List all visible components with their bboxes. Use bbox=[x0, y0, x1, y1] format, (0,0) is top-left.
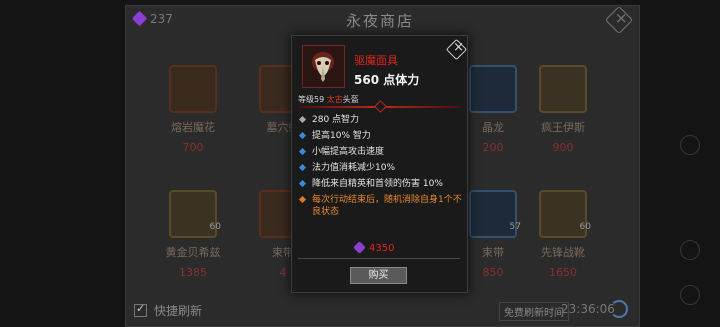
currency-display: 237 bbox=[131, 10, 173, 27]
item-rarity: 太古 bbox=[326, 95, 343, 104]
tooltip-close-icon[interactable]: × bbox=[445, 38, 468, 61]
item-qty: 60 bbox=[579, 222, 591, 232]
shop-slot[interactable]: 60 先锋战靴 1650 bbox=[525, 190, 601, 279]
item-price: 700 bbox=[182, 141, 204, 154]
item-icon bbox=[169, 65, 217, 113]
item-level: 等级59 bbox=[298, 95, 325, 104]
item-name: 黄金贝希兹 bbox=[165, 246, 221, 259]
quick-refresh-toggle[interactable]: 快捷刷新 bbox=[134, 302, 202, 319]
gem-icon bbox=[131, 10, 148, 27]
item-name: 先锋战靴 bbox=[541, 246, 585, 259]
item-main-stat: 560 点体力 bbox=[354, 73, 420, 87]
quick-refresh-label: 快捷刷新 bbox=[154, 304, 203, 318]
item-name: 驱魔面具 bbox=[354, 54, 398, 67]
bullet-icon bbox=[298, 195, 307, 204]
affix-text: 每次行动结束后，随机消除自身1个不良状态 bbox=[312, 195, 462, 217]
affix-text: 小幅提高攻击速度 bbox=[312, 147, 385, 157]
item-slot-type: 头盔 bbox=[342, 95, 359, 104]
item-price: 1385 bbox=[179, 266, 207, 279]
shop-slot[interactable]: 疯王伊斯 900 bbox=[525, 65, 601, 154]
checkbox-icon[interactable] bbox=[134, 302, 147, 317]
affix-text: 280 点智力 bbox=[312, 115, 360, 125]
bullet-icon bbox=[298, 131, 307, 140]
item-price: 4350 bbox=[353, 241, 395, 254]
affix-text: 降低来自精英和首领的伤害 10% bbox=[312, 179, 443, 189]
item-price: 900 bbox=[552, 141, 574, 154]
divider-line bbox=[298, 258, 460, 259]
item-tooltip: × 驱魔面具 560 点体力 等级59 太古头盔 280 点智力 提高10% 智… bbox=[291, 35, 468, 293]
refresh-icon[interactable] bbox=[610, 300, 628, 318]
affix-line: 280 点智力 bbox=[298, 114, 465, 126]
item-level-line: 等级59 太古头盔 bbox=[298, 94, 359, 105]
item-qty: 57 bbox=[509, 222, 521, 232]
item-icon bbox=[469, 65, 517, 113]
affix-text: 法力值消耗减少10% bbox=[312, 163, 396, 173]
shop-slot[interactable]: 60 黄金贝希兹 1385 bbox=[155, 190, 231, 279]
gem-icon bbox=[353, 241, 366, 254]
shop-title: 永夜商店 bbox=[345, 12, 414, 30]
mask-icon bbox=[302, 45, 345, 88]
gem-ornament-icon bbox=[374, 100, 387, 113]
currency-amount: 237 bbox=[150, 12, 173, 26]
item-price: 1650 bbox=[549, 266, 577, 279]
item-name: 疯王伊斯 bbox=[541, 121, 585, 134]
free-refresh-label: 免费刷新时间 bbox=[499, 302, 569, 321]
item-name: 熔岩魔花 bbox=[171, 121, 215, 134]
affix-line: 法力值消耗减少10% bbox=[298, 162, 465, 174]
affix-line: 小幅提高攻击速度 bbox=[298, 146, 465, 158]
item-qty: 60 bbox=[209, 222, 221, 232]
buy-button[interactable]: 购买 bbox=[350, 267, 407, 284]
item-icon bbox=[539, 65, 587, 113]
affix-text: 提高10% 智力 bbox=[312, 131, 371, 141]
shop-slot[interactable]: 熔岩魔花 700 bbox=[155, 65, 231, 154]
affix-list: 280 点智力 提高10% 智力 小幅提高攻击速度 法力值消耗减少10% 降低来… bbox=[298, 114, 465, 222]
bullet-icon bbox=[298, 147, 307, 156]
affix-line: 提高10% 智力 bbox=[298, 130, 465, 142]
affix-line: 降低来自精英和首领的伤害 10% bbox=[298, 178, 465, 190]
side-menu-icon[interactable] bbox=[680, 285, 700, 305]
refresh-timer: 23:36:06 bbox=[561, 302, 615, 316]
price-value: 4350 bbox=[369, 243, 395, 254]
legendary-affix-line: 每次行动结束后，随机消除自身1个不良状态 bbox=[298, 194, 465, 218]
bullet-icon bbox=[298, 179, 307, 188]
side-menu-icon[interactable] bbox=[680, 135, 700, 155]
side-menu-icon[interactable] bbox=[680, 240, 700, 260]
bullet-icon bbox=[298, 115, 307, 124]
bullet-icon bbox=[298, 163, 307, 172]
